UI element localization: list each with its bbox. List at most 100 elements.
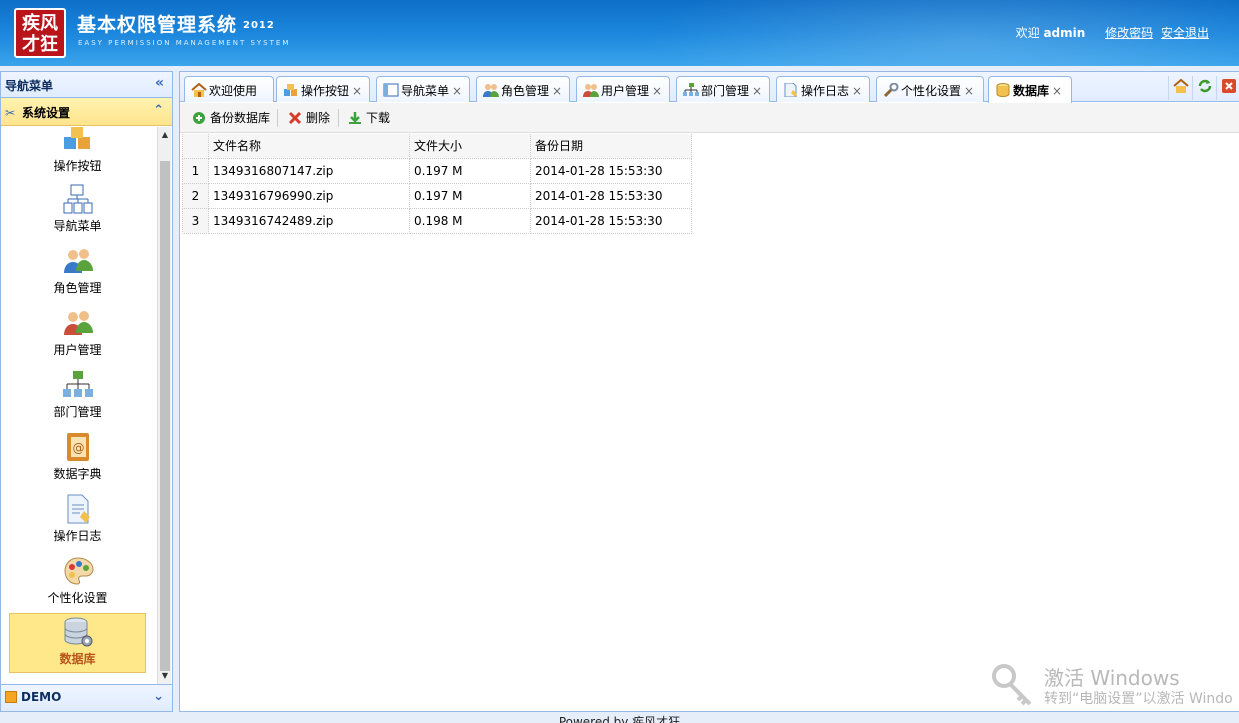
logout-link[interactable]: 安全退出 [1161, 26, 1209, 40]
home-icon [1172, 78, 1189, 93]
svg-text:@: @ [72, 441, 84, 455]
app-title: 基本权限管理系统 2012 [77, 10, 275, 37]
download-label: 下载 [366, 111, 391, 125]
doc-edit-icon [784, 83, 797, 97]
tab-label: 操作按钮 [301, 84, 350, 98]
section-title: 系统设置 [22, 106, 71, 120]
download-icon [349, 112, 361, 124]
tab-operation-log[interactable]: 操作日志 × [776, 76, 870, 102]
tab-role-management[interactable]: 角色管理 × [476, 76, 570, 102]
file-size-cell: 0.197 M [409, 182, 531, 209]
tab-database[interactable]: 数据库 × [988, 76, 1072, 103]
home-icon [191, 83, 207, 97]
backup-date-cell: 2014-01-28 15:53:30 [530, 207, 692, 234]
menu-item-label: 操作按钮 [53, 159, 102, 173]
app-title-text: 基本权限管理系统 [77, 14, 238, 36]
file-name-cell: 1349316807147.zip [208, 157, 410, 184]
close-icon[interactable]: × [1052, 84, 1062, 98]
close-icon[interactable]: × [752, 84, 762, 98]
main-panel: 欢迎使用 操作按钮 × 导航菜单 × 角色管理 × 用户管理 × 部门管理 × 操作日志 ×… [179, 71, 1239, 712]
tab-label: 部门管理 [701, 84, 750, 98]
menu-item-data-dictionary[interactable]: @ 数据字典 [9, 429, 146, 487]
table-row[interactable]: 1 1349316807147.zip 0.197 M 2014-01-28 1… [182, 157, 692, 184]
close-icon[interactable]: × [352, 84, 362, 98]
sidebar-title: 导航菜单 [5, 79, 54, 93]
app-subtitle: EASY PERMISSION MANAGEMENT SYSTEM [78, 39, 291, 47]
column-header-file-name[interactable]: 文件名称 [208, 134, 410, 159]
wrench-icon [883, 83, 899, 97]
address-book-icon: @ [66, 433, 89, 461]
menu-item-department-management[interactable]: 部门管理 [9, 367, 146, 425]
tab-welcome[interactable]: 欢迎使用 [184, 76, 274, 102]
backup-date-cell: 2014-01-28 15:53:30 [530, 157, 692, 184]
sidebar-header: 导航菜单 « [1, 72, 172, 98]
key-icon [992, 664, 1032, 706]
table-row[interactable]: 2 1349316796990.zip 0.197 M 2014-01-28 1… [182, 182, 692, 209]
sidebar-scrollbar[interactable]: ▲ ▼ [157, 127, 171, 684]
column-header-file-size[interactable]: 文件大小 [409, 134, 531, 159]
backup-database-button[interactable]: 备份数据库 [188, 109, 274, 127]
close-icon[interactable]: × [652, 84, 662, 98]
menu-list: 操作按钮 导航菜单 角色管理 用户管理 部门管理 @ 数据字典 操作日志 个性化 [1, 127, 156, 684]
menu-item-role-management[interactable]: 角色管理 [9, 243, 146, 301]
tab-bar: 欢迎使用 操作按钮 × 导航菜单 × 角色管理 × 用户管理 × 部门管理 × 操作日志 ×… [180, 72, 1239, 103]
file-name-cell: 1349316742489.zip [208, 207, 410, 234]
tab-navigation-menu[interactable]: 导航菜单 × [376, 76, 470, 102]
row-number-header [182, 134, 209, 159]
menu-item-label: 导航菜单 [53, 219, 102, 233]
scrollbar-thumb[interactable] [160, 161, 170, 671]
accordion-system-settings[interactable]: ✂ 系统设置 ⌃ [1, 98, 172, 126]
app-logo: 疾风 才狂 [14, 8, 66, 58]
close-icon[interactable]: × [552, 84, 562, 98]
scroll-down-icon[interactable]: ▼ [158, 668, 172, 684]
menu-item-user-management[interactable]: 用户管理 [9, 305, 146, 363]
menu-item-operation-log[interactable]: 操作日志 [9, 491, 146, 549]
watermark-title: 激活 Windows [1044, 666, 1180, 690]
home-button[interactable] [1168, 76, 1192, 100]
sitemap-doc-icon [63, 184, 92, 214]
accordion-demo[interactable]: DEMO ⌄ [1, 684, 172, 711]
tab-department-management[interactable]: 部门管理 × [676, 76, 770, 102]
add-icon [193, 112, 205, 124]
tab-personalization[interactable]: 个性化设置 × [876, 76, 984, 102]
close-icon[interactable]: × [964, 84, 974, 98]
close-all-button[interactable] [1216, 76, 1239, 100]
menu-item-navigation-menu[interactable]: 导航菜单 [9, 181, 146, 239]
menu-item-label: 数据字典 [53, 467, 102, 481]
tab-label: 操作日志 [801, 84, 850, 98]
footer: Powered by 疾风才狂 [0, 712, 1239, 723]
table-row[interactable]: 3 1349316742489.zip 0.198 M 2014-01-28 1… [182, 207, 692, 234]
menu-item-database[interactable]: 数据库 [9, 613, 146, 673]
app-header: 疾风 才狂 基本权限管理系统 2012 EASY PERMISSION MANAGE… [0, 0, 1239, 66]
column-header-backup-date[interactable]: 备份日期 [530, 134, 692, 159]
refresh-button[interactable] [1192, 76, 1216, 100]
chevron-up-icon[interactable]: ⌃ [153, 103, 164, 118]
chevron-down-icon[interactable]: ⌄ [153, 689, 164, 704]
menu-item-personalization[interactable]: 个性化设置 [9, 553, 146, 611]
toolbar-divider [277, 109, 278, 127]
users-icon [583, 84, 599, 97]
close-icon[interactable]: × [452, 84, 462, 98]
delete-button[interactable]: 删除 [284, 109, 334, 127]
menu-item-label: 用户管理 [53, 343, 102, 357]
menu-item-operation-buttons[interactable]: 操作按钮 [9, 127, 146, 179]
users-icon [63, 249, 93, 273]
tab-label: 个性化设置 [901, 84, 962, 98]
window-icon [383, 83, 399, 97]
welcome-label: 欢迎 [1015, 26, 1040, 40]
scroll-up-icon[interactable]: ▲ [158, 127, 172, 143]
backup-label: 备份数据库 [210, 111, 271, 125]
change-password-link[interactable]: 修改密码 [1105, 26, 1153, 40]
tab-label: 导航菜单 [401, 84, 450, 98]
file-size-cell: 0.198 M [409, 207, 531, 234]
backup-date-cell: 2014-01-28 15:53:30 [530, 182, 692, 209]
row-number: 2 [182, 182, 209, 209]
tab-operation-buttons[interactable]: 操作按钮 × [276, 76, 370, 102]
menu-item-label: 部门管理 [53, 405, 102, 419]
users-icon [483, 84, 499, 97]
close-icon[interactable]: × [852, 84, 862, 98]
download-button[interactable]: 下载 [344, 109, 394, 127]
collapse-sidebar-icon[interactable]: « [155, 75, 164, 91]
tab-user-management[interactable]: 用户管理 × [576, 76, 670, 102]
menu-item-label: 数据库 [59, 652, 96, 666]
